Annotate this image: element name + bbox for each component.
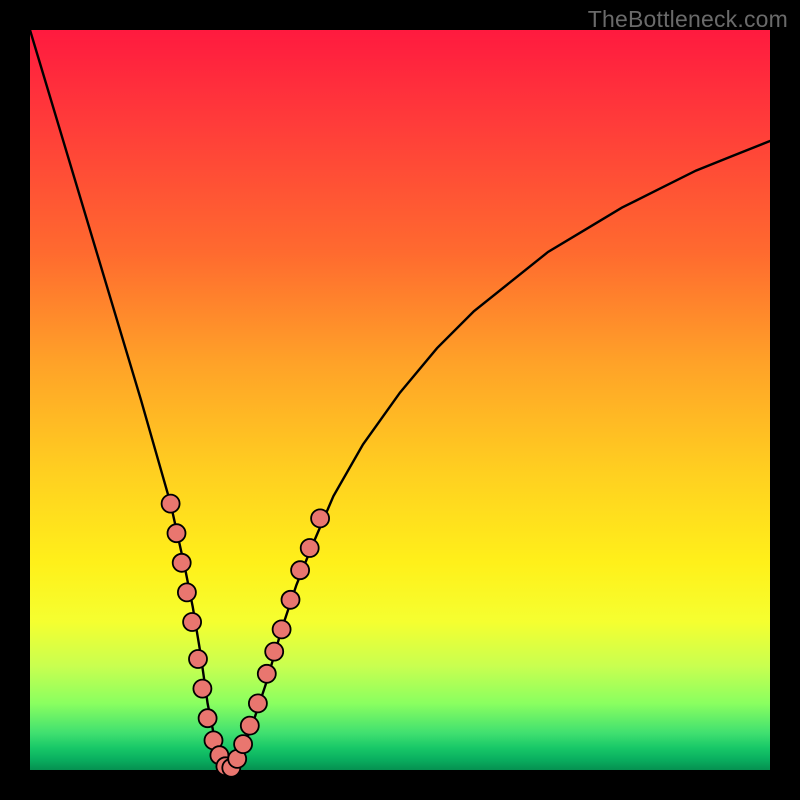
data-marker [301, 539, 319, 557]
chart-svg [30, 30, 770, 770]
data-marker [291, 561, 309, 579]
data-marker [311, 509, 329, 527]
data-marker [173, 554, 191, 572]
data-marker [234, 735, 252, 753]
data-marker [258, 665, 276, 683]
watermark-text: TheBottleneck.com [588, 6, 788, 33]
bottleneck-curve [30, 30, 770, 770]
data-marker [273, 620, 291, 638]
data-marker [189, 650, 207, 668]
data-markers [162, 495, 330, 777]
data-marker [199, 709, 217, 727]
data-marker [241, 717, 259, 735]
data-marker [162, 495, 180, 513]
data-marker [193, 680, 211, 698]
data-marker [178, 583, 196, 601]
chart-frame: TheBottleneck.com [0, 0, 800, 800]
data-marker [282, 591, 300, 609]
data-marker [183, 613, 201, 631]
data-marker [265, 643, 283, 661]
data-marker [168, 524, 186, 542]
data-marker [249, 694, 267, 712]
plot-area [30, 30, 770, 770]
